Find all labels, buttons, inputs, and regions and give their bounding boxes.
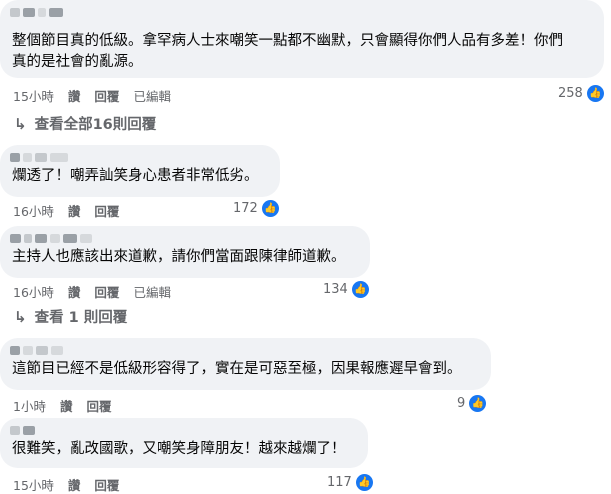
reply-button[interactable]: 回覆 bbox=[86, 396, 111, 415]
comment-text: 爛透了！嘲弄訕笑身心患者非常低劣。 bbox=[12, 168, 259, 184]
comment-meta: 1小時 讚 回覆 bbox=[13, 396, 111, 415]
reply-arrow-icon: ↳ bbox=[14, 114, 27, 133]
reaction-number: 9 bbox=[457, 396, 466, 411]
comment-meta: 16小時 讚 回覆 bbox=[13, 201, 119, 220]
view-replies-label: 查看全部16則回覆 bbox=[34, 117, 157, 133]
comment-bubble: 主持人也應該出來道歉，請你們當面跟陳律師道歉。 bbox=[0, 226, 370, 278]
comment-bubble: 爛透了！嘲弄訕笑身心患者非常低劣。 bbox=[0, 145, 280, 197]
comment-time[interactable]: 15小時 bbox=[13, 475, 54, 494]
like-button[interactable]: 讚 bbox=[68, 282, 81, 301]
comment-author-blurred[interactable] bbox=[10, 343, 63, 357]
comment-time[interactable]: 1小時 bbox=[13, 396, 46, 415]
reaction-number: 258 bbox=[558, 86, 583, 101]
reply-arrow-icon: ↳ bbox=[14, 307, 27, 326]
like-icon: 👍 bbox=[261, 200, 279, 217]
comment-author-blurred[interactable] bbox=[10, 150, 68, 164]
comment-text: 很難笑，亂改國歌，又嘲笑身障朋友！越來越爛了！ bbox=[12, 441, 346, 457]
comment-author-blurred[interactable] bbox=[10, 231, 92, 245]
comment-meta: 15小時 讚 回覆 bbox=[13, 475, 119, 494]
reaction-number: 172 bbox=[233, 201, 258, 216]
comment-text: 這節目已經不是低級形容得了，實在是可惡至極，因果報應遲早會到。 bbox=[12, 361, 462, 377]
comment-text: 主持人也應該出來道歉，請你們當面跟陳律師道歉。 bbox=[12, 249, 346, 265]
reaction-count[interactable]: 117 👍 bbox=[327, 474, 373, 491]
like-icon: 👍 bbox=[469, 395, 487, 412]
comment-bubble: 這節目已經不是低級形容得了，實在是可惡至極，因果報應遲早會到。 bbox=[0, 338, 491, 390]
reaction-count[interactable]: 134 👍 bbox=[323, 281, 369, 298]
like-button[interactable]: 讚 bbox=[60, 396, 73, 415]
view-replies-label: 查看 1 則回覆 bbox=[34, 310, 128, 326]
reaction-number: 134 bbox=[323, 282, 348, 297]
reply-button[interactable]: 回覆 bbox=[94, 201, 119, 220]
comment-meta: 15小時 讚 回覆 已編輯 bbox=[13, 86, 171, 105]
comment-author-blurred[interactable] bbox=[10, 423, 35, 437]
comment-text: 整個節目真的低級。拿罕病人士來嘲笑一點都不幽默，只會顯得你們人品有多差！你們 真… bbox=[12, 33, 563, 70]
reaction-count[interactable]: 9 👍 bbox=[457, 395, 487, 412]
like-icon: 👍 bbox=[351, 281, 369, 298]
like-icon: 👍 bbox=[355, 474, 373, 491]
comment-meta: 16小時 讚 回覆 已編輯 bbox=[13, 282, 171, 301]
like-button[interactable]: 讚 bbox=[68, 86, 81, 105]
comment-1: 整個節目真的低級。拿罕病人士來嘲笑一點都不幽默，只會顯得你們人品有多差！你們 真… bbox=[0, 0, 611, 108]
comment-author-blurred[interactable] bbox=[10, 5, 63, 19]
reply-button[interactable]: 回覆 bbox=[94, 282, 119, 301]
edited-label[interactable]: 已編輯 bbox=[133, 282, 171, 301]
like-button[interactable]: 讚 bbox=[68, 201, 81, 220]
comment-2: 爛透了！嘲弄訕笑身心患者非常低劣。 16小時 讚 回覆 172 👍 bbox=[0, 145, 611, 220]
comment-4: 這節目已經不是低級形容得了，實在是可惡至極，因果報應遲早會到。 1小時 讚 回覆… bbox=[0, 338, 611, 415]
reply-button[interactable]: 回覆 bbox=[94, 86, 119, 105]
reaction-number: 117 bbox=[327, 475, 352, 490]
reaction-count[interactable]: 258 👍 bbox=[558, 85, 604, 102]
edited-label[interactable]: 已編輯 bbox=[133, 86, 171, 105]
like-icon: 👍 bbox=[586, 85, 604, 102]
comment-3: 主持人也應該出來道歉，請你們當面跟陳律師道歉。 16小時 讚 回覆 已編輯 13… bbox=[0, 226, 611, 301]
comment-time[interactable]: 16小時 bbox=[13, 201, 54, 220]
view-replies-link[interactable]: ↳ 查看全部16則回覆 bbox=[14, 113, 156, 134]
view-replies-link[interactable]: ↳ 查看 1 則回覆 bbox=[14, 306, 127, 327]
comment-bubble: 很難笑，亂改國歌，又嘲笑身障朋友！越來越爛了！ bbox=[0, 418, 368, 468]
reply-button[interactable]: 回覆 bbox=[94, 475, 119, 494]
comment-bubble: 整個節目真的低級。拿罕病人士來嘲笑一點都不幽默，只會顯得你們人品有多差！你們 真… bbox=[0, 0, 604, 78]
comment-time[interactable]: 15小時 bbox=[13, 86, 54, 105]
like-button[interactable]: 讚 bbox=[68, 475, 81, 494]
comment-time[interactable]: 16小時 bbox=[13, 282, 54, 301]
comment-5: 很難笑，亂改國歌，又嘲笑身障朋友！越來越爛了！ 15小時 讚 回覆 117 👍 bbox=[0, 418, 611, 494]
reaction-count[interactable]: 172 👍 bbox=[233, 200, 279, 217]
